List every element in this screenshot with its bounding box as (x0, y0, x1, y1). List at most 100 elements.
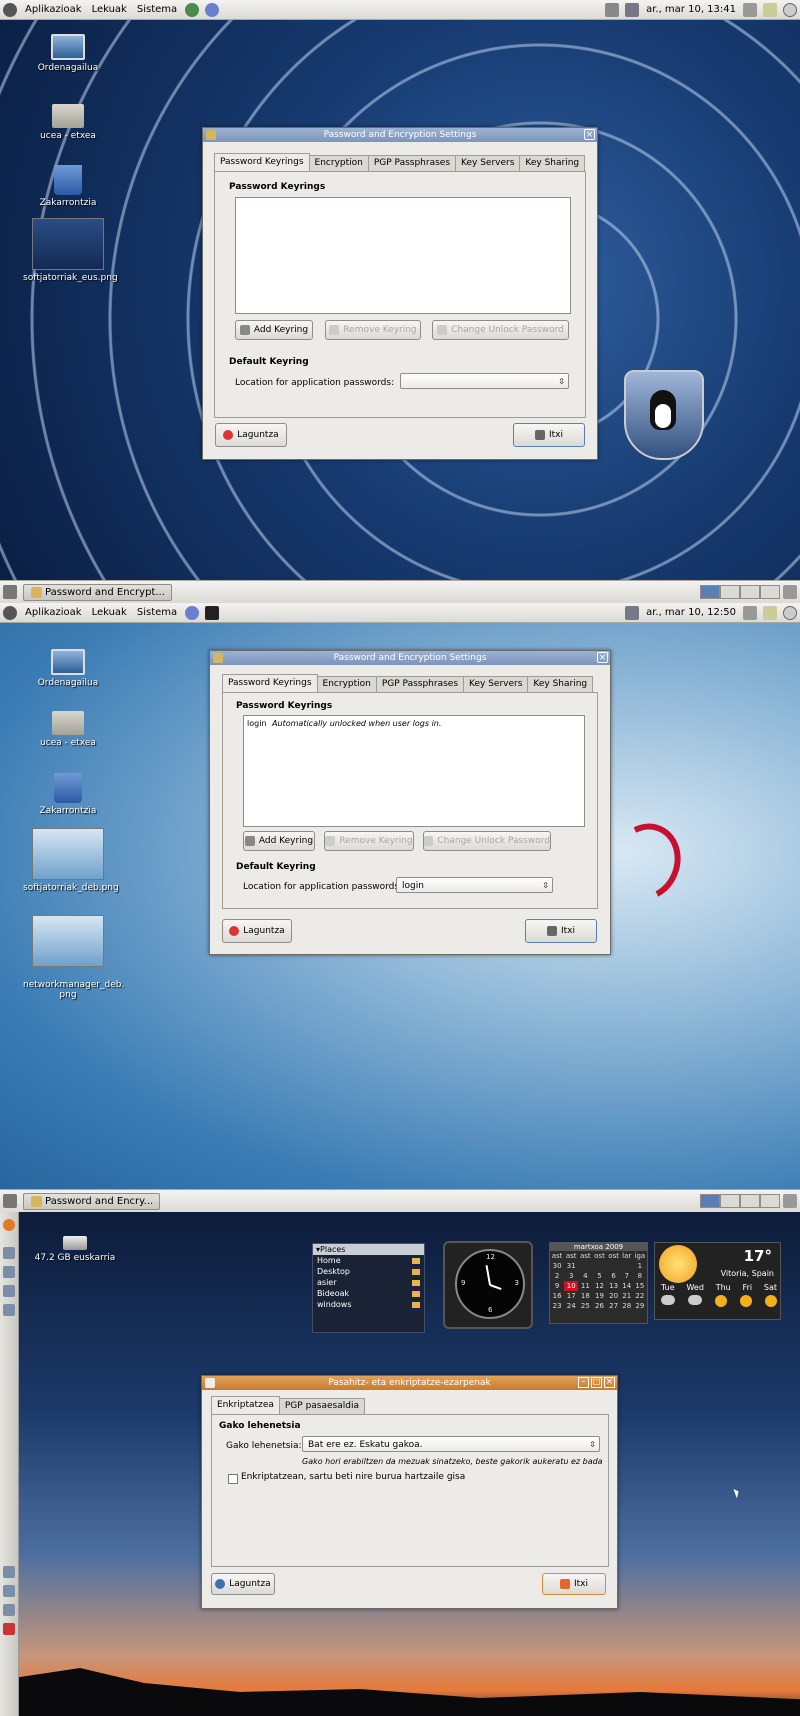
calendar-day[interactable]: 16 (550, 1291, 564, 1301)
help-button[interactable]: Laguntza (211, 1573, 275, 1595)
window-titlebar[interactable]: Password and Encryption Settings × (210, 651, 610, 665)
power-icon[interactable] (3, 1623, 15, 1635)
menu-places[interactable]: Lekuak (87, 607, 132, 618)
encrypt-to-self-checkbox[interactable] (228, 1474, 238, 1484)
keyring-row[interactable]: login Automatically unlocked when user l… (247, 719, 441, 728)
window-titlebar[interactable]: Pasahitz- eta enkriptatze-ezarpenak – □ … (202, 1376, 617, 1390)
taskbar-item[interactable]: Password and Encrypt... (23, 583, 172, 601)
trash-icon[interactable] (783, 585, 797, 599)
desktop-icon-home[interactable]: ucea - etxea (23, 104, 113, 141)
remove-keyring-button[interactable]: Remove Keyring (324, 831, 414, 851)
notification-icon[interactable] (763, 2, 777, 17)
calendar-day[interactable]: 14 (621, 1281, 633, 1291)
workspace-3[interactable] (740, 1194, 760, 1208)
calendar-day[interactable]: 2 (550, 1271, 564, 1281)
calendar-day[interactable]: 4 (578, 1271, 592, 1281)
menu-applications[interactable]: Aplikazioak (20, 4, 87, 15)
calendar-day[interactable]: 13 (607, 1281, 621, 1291)
menu-system[interactable]: Sistema (132, 4, 182, 15)
tab-key-servers[interactable]: Key Servers (455, 155, 521, 171)
calendar-day[interactable]: 8 (633, 1271, 647, 1281)
close-button[interactable]: Itxi (542, 1573, 606, 1595)
change-unlock-password-button[interactable]: Change Unlock Password (432, 320, 569, 340)
tab-key-sharing[interactable]: Key Sharing (527, 676, 594, 692)
gnome-foot-icon[interactable] (3, 2, 17, 17)
calendar-day[interactable]: 22 (633, 1291, 647, 1301)
workspace-2[interactable] (720, 1194, 740, 1208)
show-desktop-icon[interactable] (3, 585, 17, 599)
change-unlock-password-button[interactable]: Change Unlock Password (423, 831, 551, 851)
window-titlebar[interactable]: Password and Encryption Settings × (203, 128, 597, 142)
close-button[interactable]: Itxi (525, 919, 597, 943)
remove-keyring-button[interactable]: Remove Keyring (325, 320, 421, 340)
tab-encryption[interactable]: Enkriptatzea (211, 1396, 280, 1414)
keyring-list[interactable]: login Automatically unlocked when user l… (243, 715, 585, 827)
calendar-day[interactable]: 30 (550, 1261, 564, 1271)
volume-icon[interactable] (743, 605, 757, 620)
launcher-icon[interactable] (3, 1266, 15, 1278)
display-icon[interactable] (625, 605, 640, 620)
workspace-4[interactable] (760, 585, 780, 599)
workspace-4[interactable] (760, 1194, 780, 1208)
email-icon[interactable] (205, 2, 220, 17)
calendar-day[interactable]: 28 (621, 1301, 633, 1311)
web-browser-icon[interactable] (185, 2, 200, 17)
menu-system[interactable]: Sistema (132, 607, 182, 618)
calendar-day[interactable]: 19 (592, 1291, 606, 1301)
desktop-icon-image-1[interactable]: softjatorriak_deb.png (23, 828, 119, 893)
close-icon[interactable]: × (604, 1377, 615, 1388)
calendar-day[interactable]: 1 (633, 1261, 647, 1271)
calendar-day[interactable]: 12 (592, 1281, 606, 1291)
tab-password-keyrings[interactable]: Password Keyrings (214, 153, 310, 171)
tab-key-sharing[interactable]: Key Sharing (519, 155, 586, 171)
calendar-day[interactable]: 10 (564, 1281, 579, 1291)
calendar-day[interactable]: 9 (550, 1281, 564, 1291)
calendar-day[interactable]: 18 (578, 1291, 592, 1301)
calendar-day[interactable]: 31 (564, 1261, 578, 1271)
desktop-icon-computer[interactable]: Ordenagailua (23, 649, 113, 688)
trash-icon[interactable] (783, 1194, 797, 1208)
desktop-icon-trash[interactable]: Zakarrontzia (23, 773, 113, 816)
launcher-icon[interactable] (3, 1304, 15, 1316)
calendar-day[interactable]: 21 (621, 1291, 633, 1301)
desktop-icon-trash[interactable]: Zakarrontzia (23, 165, 113, 208)
close-icon[interactable]: × (584, 129, 595, 140)
add-keyring-button[interactable]: Add Keyring (243, 831, 315, 851)
calendar-day[interactable]: 20 (607, 1291, 621, 1301)
taskbar-item[interactable]: Password and Encry... (23, 1192, 161, 1210)
workspace-1[interactable] (700, 585, 720, 599)
workspace-2[interactable] (720, 585, 740, 599)
calendar-day[interactable]: 15 (633, 1281, 647, 1291)
calendar-day[interactable]: 3 (564, 1271, 578, 1281)
tab-pgp-passphrases[interactable]: PGP Passphrases (367, 155, 457, 171)
ubuntu-logo-icon[interactable] (3, 1219, 15, 1231)
desktop-icon-drive[interactable]: 47.2 GB euskarria (30, 1236, 120, 1263)
menu-applications[interactable]: Aplikazioak (20, 607, 87, 618)
places-item[interactable]: windows (313, 1299, 424, 1310)
show-desktop-icon[interactable] (3, 1194, 17, 1208)
calendar-day[interactable]: 29 (633, 1301, 647, 1311)
workspace-1[interactable] (700, 1194, 720, 1208)
calendar-day[interactable]: 7 (621, 1271, 633, 1281)
minimize-icon[interactable]: – (578, 1377, 589, 1388)
network-icon[interactable] (605, 2, 620, 17)
notification-icon[interactable] (763, 605, 777, 620)
launcher-icon[interactable] (3, 1247, 15, 1259)
tab-pgp-passphrases[interactable]: PGP Passphrases (375, 676, 465, 692)
calendar-day[interactable]: 27 (607, 1301, 621, 1311)
calendar-day[interactable]: 24 (564, 1301, 578, 1311)
tab-encryption[interactable]: Encryption (308, 155, 369, 171)
menu-places[interactable]: Lekuak (87, 4, 132, 15)
desktop-icon-image[interactable]: softjatorriak_eus.png (23, 218, 118, 283)
desktop-icon-image-2[interactable]: networkmanager_deb. png (23, 905, 124, 1000)
clock[interactable]: ar., mar 10, 13:41 (642, 4, 740, 15)
display-icon[interactable] (625, 2, 640, 17)
close-button[interactable]: Itxi (513, 423, 585, 447)
power-icon[interactable] (783, 2, 797, 17)
close-icon[interactable]: × (597, 652, 608, 663)
help-button[interactable]: Laguntza (215, 423, 287, 447)
calendar-day[interactable]: 26 (592, 1301, 606, 1311)
desktop-icon-computer[interactable]: Ordenagailua (23, 34, 113, 73)
desktop-icon-home[interactable]: ucea - etxea (23, 711, 113, 748)
power-icon[interactable] (783, 605, 797, 620)
